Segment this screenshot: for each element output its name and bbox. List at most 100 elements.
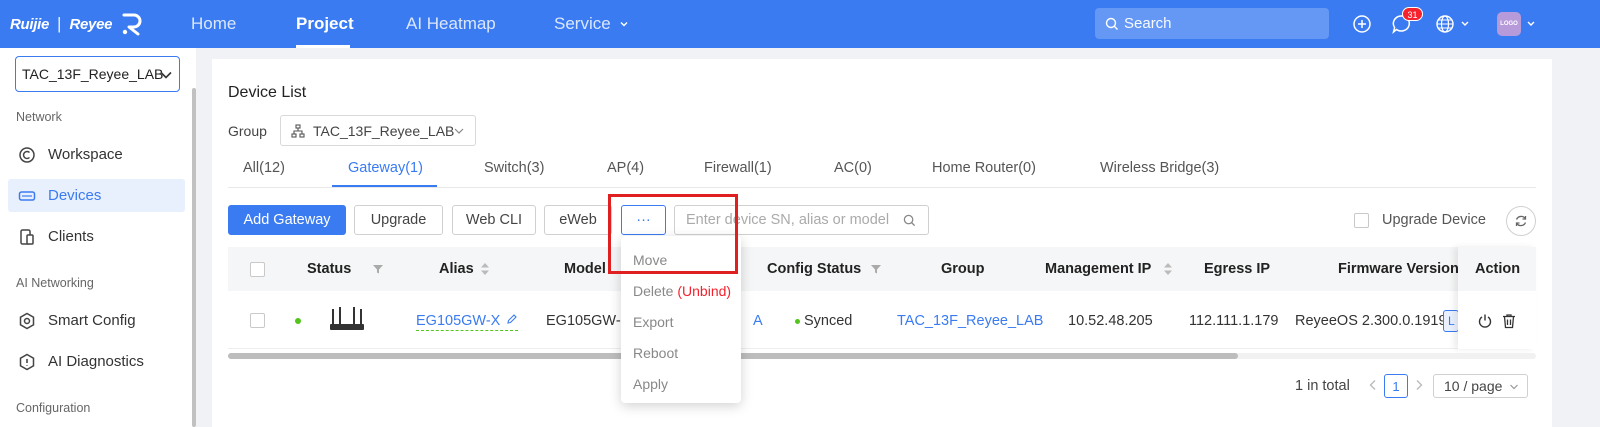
tab-switch[interactable]: Switch(3) [484,160,544,176]
add-circle-icon[interactable] [1350,12,1374,36]
device-model: EG105GW-X [546,313,631,329]
search-icon [1105,17,1118,30]
tab-ac[interactable]: AC(0) [834,160,872,176]
refresh-icon [1515,215,1527,227]
col-alias: Alias [439,261,474,277]
table-header: Status Alias Model Config Status Group M… [228,247,1536,291]
tab-all[interactable]: All(12) [243,160,285,176]
table-row[interactable]: EG105GW-X EG105GW-X A Synced TAC_13F_Rey… [228,291,1536,349]
menu-item-reboot[interactable]: Reboot [633,345,678,361]
account-chevron-icon[interactable] [1526,17,1536,31]
section-ai-networking: AI Networking [16,276,94,290]
col-group: Group [941,261,985,277]
avatar[interactable]: LOGO [1497,12,1521,36]
eweb-button[interactable]: eWeb [544,205,612,235]
menu-item-delete[interactable]: Delete (Unbind) [633,283,731,299]
action-column: Action [1458,247,1536,349]
web-cli-button[interactable]: Web CLI [452,205,536,235]
sort-icon[interactable] [1163,262,1173,276]
pagination-total: 1 in total [1295,378,1350,394]
tab-divider [228,187,1536,188]
edit-icon[interactable] [506,313,518,325]
upgrade-device-checkbox[interactable] [1354,212,1369,228]
prev-page-button[interactable] [1368,378,1378,394]
sidebar-item-smart-config[interactable]: Smart Config [8,304,185,337]
group-label: Group [228,123,267,139]
upgrade-device-label: Upgrade Device [1382,212,1486,228]
sidebar-item-clients[interactable]: Clients [8,220,185,253]
action-header: Action [1458,247,1536,291]
page-number-button[interactable]: 1 [1384,374,1408,398]
upgrade-device-filter[interactable]: Upgrade Device [1354,212,1486,228]
filter-icon[interactable] [372,263,384,275]
notification-badge: 31 [1402,7,1423,21]
firmware-tag[interactable]: L [1443,310,1459,332]
config-status-value: Synced [804,313,853,329]
brand-logo[interactable]: Ruijie | Reyee [10,12,144,36]
firmware-value: ReyeeOS 2.300.0.1919 [1295,313,1447,329]
sidebar-item-ai-diagnostics[interactable]: AI Diagnostics [8,345,185,378]
filter-icon[interactable] [870,263,882,275]
add-gateway-button[interactable]: Add Gateway [228,205,346,235]
menu-item-delete-label: Delete [633,283,674,299]
smart-config-icon [19,312,35,329]
top-navbar: Ruijie | Reyee Home Project AI Heatmap S… [0,0,1600,48]
sidebar-scrollbar[interactable] [192,88,196,427]
router-icon [330,307,364,330]
clients-icon [20,228,34,245]
language-chevron-icon[interactable] [1460,17,1470,31]
sidebar: TAC_13F_Reyee_LAB Network Workspace Devi… [0,48,196,427]
sidebar-item-label: Smart Config [48,312,136,329]
refresh-button[interactable] [1506,206,1536,236]
menu-item-apply[interactable]: Apply [633,376,668,392]
page-size-value: 10 / page [1444,378,1503,394]
sidebar-item-label: Clients [48,228,94,245]
device-icon [18,190,36,201]
globe-icon[interactable] [1433,12,1457,36]
ai-diagnostics-icon [19,353,35,370]
sidebar-item-devices[interactable]: Devices [8,179,185,212]
section-network: Network [16,110,62,124]
col-config-status: Config Status [767,261,862,277]
workspace-icon [19,146,35,163]
sidebar-item-workspace[interactable]: Workspace [8,138,185,171]
delete-icon[interactable] [1501,313,1517,329]
nav-service[interactable]: Service [554,0,629,48]
page-size-select[interactable]: 10 / page [1433,374,1528,398]
row-checkbox[interactable] [250,313,265,328]
sort-icon[interactable] [480,262,490,276]
col-action: Action [1475,261,1521,277]
select-all-checkbox[interactable] [250,262,265,277]
egress-ip-value: 112.111.1.179 [1189,313,1279,329]
device-group-link[interactable]: TAC_13F_Reyee_LAB [897,313,1043,329]
project-select[interactable]: TAC_13F_Reyee_LAB [15,56,180,92]
management-ip-value: 10.52.48.205 [1068,313,1153,329]
chevron-left-icon [1369,380,1376,390]
menu-item-export[interactable]: Export [633,314,673,330]
tab-firewall[interactable]: Firewall(1) [704,160,772,176]
main-panel: Device List Group TAC_13F_Reyee_LAB All(… [212,59,1552,427]
power-icon[interactable] [1477,313,1493,329]
group-select[interactable]: TAC_13F_Reyee_LAB [280,115,476,146]
project-select-value: TAC_13F_Reyee_LAB [22,66,164,82]
global-search-input[interactable]: Search [1095,8,1329,39]
upgrade-button[interactable]: Upgrade [354,205,443,235]
nav-service-label: Service [554,14,611,33]
search-icon [903,214,916,227]
chevron-right-icon [1416,380,1423,390]
nav-ai-heatmap[interactable]: AI Heatmap [406,0,496,48]
horizontal-scrollbar[interactable] [228,353,1536,359]
device-model-tail[interactable]: A [753,313,763,329]
section-configuration: Configuration [16,401,91,415]
next-page-button[interactable] [1414,378,1424,394]
nav-project[interactable]: Project [296,0,354,48]
tab-home-router[interactable]: Home Router(0) [932,160,1036,176]
hierarchy-icon [291,123,305,138]
device-alias-link[interactable]: EG105GW-X [416,313,519,331]
annotation-highlight-box [608,194,738,274]
tab-wireless-bridge[interactable]: Wireless Bridge(3) [1100,160,1219,176]
nav-home[interactable]: Home [191,0,236,48]
sidebar-item-label: Workspace [48,146,123,163]
tab-ap[interactable]: AP(4) [607,160,644,176]
tab-gateway[interactable]: Gateway(1) [348,160,423,176]
